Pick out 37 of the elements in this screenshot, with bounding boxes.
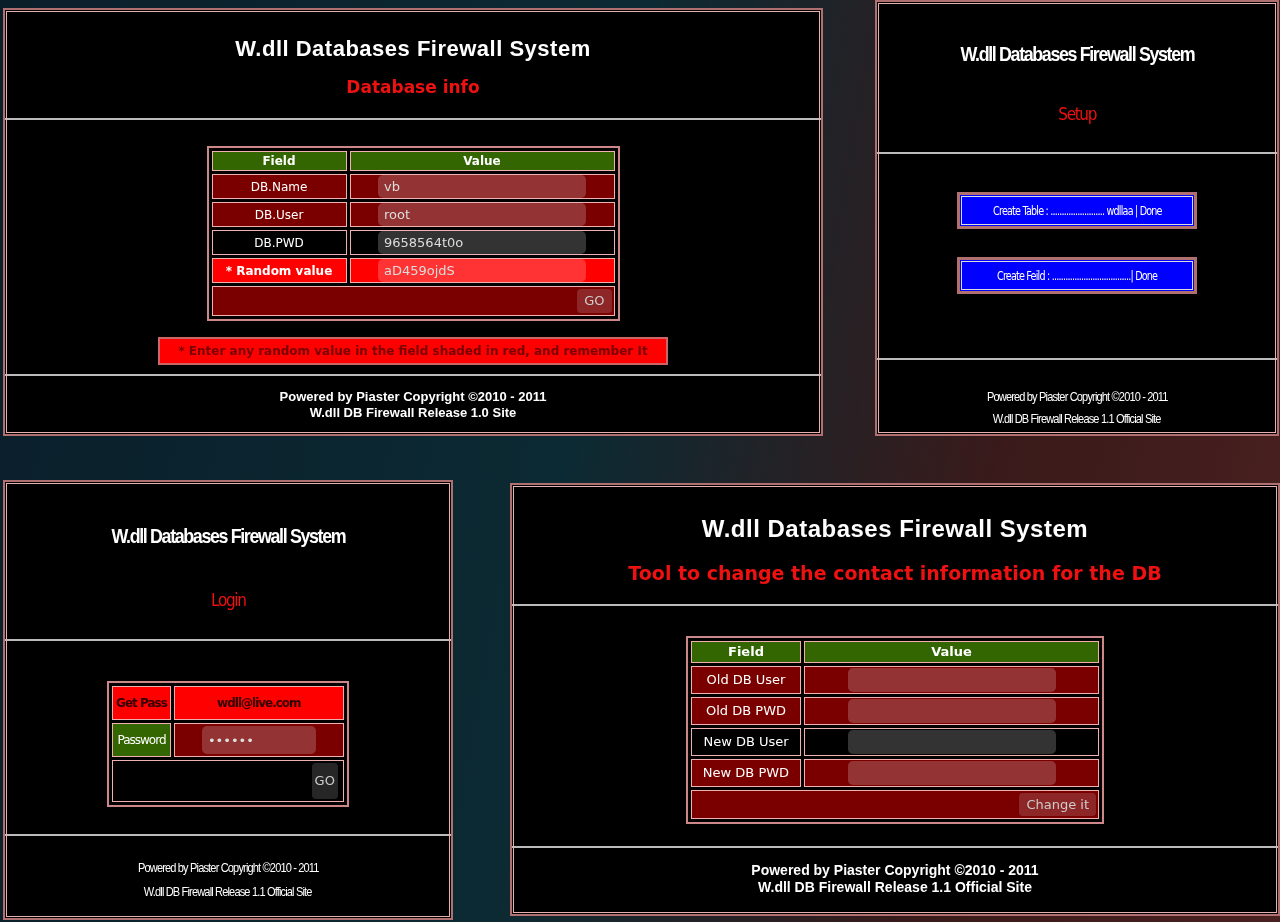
field-label: DB.User bbox=[211, 202, 347, 227]
footer-text: W.dll DB Firewall Release 1.1 Official Site bbox=[993, 410, 1161, 428]
field-label: Old DB User bbox=[691, 665, 801, 694]
footer-text: Powered by Piaster Copyright ©2010 - 2011 bbox=[986, 388, 1168, 406]
column-header: Field bbox=[211, 151, 347, 171]
field-label: New DB PWD bbox=[691, 758, 801, 787]
field-label: Old DB PWD bbox=[691, 696, 801, 725]
page-subtitle: Database info bbox=[346, 76, 480, 99]
progress-step: Create Table : ........................ wdllaa | Done bbox=[957, 192, 1197, 229]
footer-text: Powered by Piaster Copyright ©2010 - 2011 bbox=[279, 389, 547, 405]
page-title: W.dll Databases Firewall System bbox=[701, 514, 1089, 544]
page-title: W.dll Databases Firewall System bbox=[235, 35, 591, 63]
footer-text: W.dll DB Firewall Release 1.0 Site bbox=[309, 405, 517, 421]
page-title: W.dll Databases Firewall System bbox=[960, 41, 1194, 67]
table-cell: wdll@live.com bbox=[173, 686, 344, 720]
progress-step: Create Feild : ...................................| Done bbox=[957, 257, 1197, 294]
page-subtitle: Setup bbox=[1058, 101, 1096, 126]
field-label: DB.Name bbox=[211, 174, 347, 199]
field-label: New DB User bbox=[691, 727, 801, 756]
footer-text: Powered by Piaster Copyright ©2010 - 2011 bbox=[137, 859, 319, 877]
field-label: DB.PWD bbox=[211, 230, 347, 255]
get-pass-link[interactable]: Get Pass bbox=[112, 686, 171, 720]
submit-button[interactable]: GO bbox=[577, 289, 612, 313]
page-subtitle: Tool to change the contact information for the DB bbox=[628, 561, 1162, 586]
column-header: Field bbox=[691, 641, 801, 663]
footer-text: W.dll DB Firewall Release 1.1 Official Site bbox=[144, 883, 312, 901]
column-header: Value bbox=[349, 151, 615, 171]
submit-button[interactable]: Change it bbox=[1019, 792, 1096, 816]
page-title: W.dll Databases Firewall System bbox=[111, 523, 345, 549]
hint-banner: * Enter any random value in the field shaded in red, and remember It bbox=[158, 336, 668, 365]
field-label: * Random value bbox=[211, 258, 347, 283]
field-label: Password bbox=[112, 723, 171, 757]
submit-button[interactable]: GO bbox=[311, 763, 338, 799]
column-header: Value bbox=[804, 641, 1099, 663]
footer-text: W.dll DB Firewall Release 1.1 Official Site bbox=[758, 879, 1032, 896]
footer-text: Powered by Piaster Copyright ©2010 - 2011 bbox=[751, 862, 1039, 879]
page-subtitle: Login bbox=[210, 587, 246, 612]
